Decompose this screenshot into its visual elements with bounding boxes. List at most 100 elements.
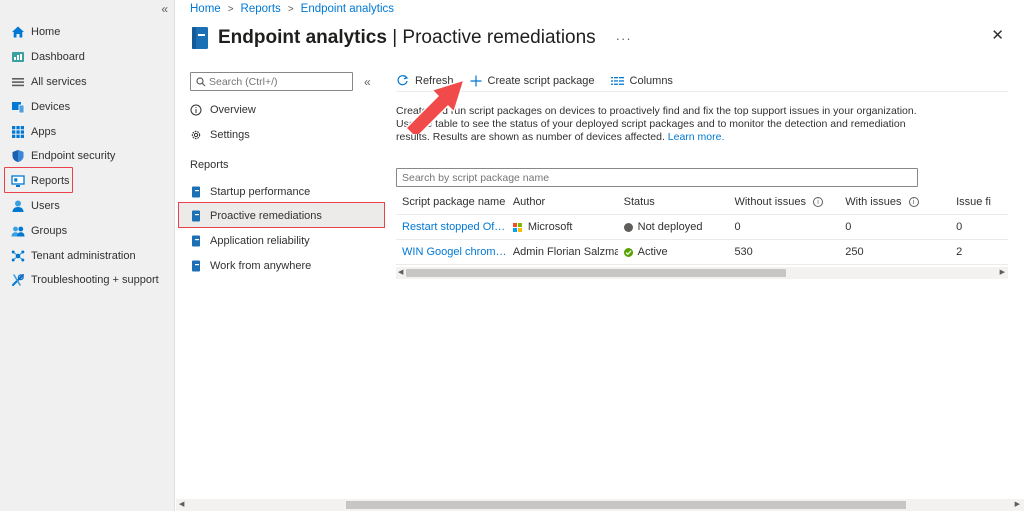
nav-label: All services [31, 75, 87, 88]
main-blade: Home > Reports > Endpoint analytics Endpoint… [176, 0, 1024, 511]
breadcrumb-endpoint-analytics[interactable]: Endpoint analytics [301, 3, 394, 15]
menu-section-reports: Reports [190, 159, 229, 171]
without-issues-cell: 0 [734, 221, 741, 233]
page-title-sub: | Proactive remediations [386, 27, 596, 48]
more-options-icon[interactable]: ··· [616, 31, 632, 46]
columns-label: Columns [629, 74, 673, 87]
table-row[interactable]: Restart stopped Office… Microsoft Not de… [396, 215, 1008, 240]
groups-icon [11, 224, 25, 238]
create-label: Create script package [487, 74, 595, 87]
page-horizontal-scrollbar[interactable]: ◀ ▶ [176, 499, 1024, 511]
page-title: Endpoint analytics | Proactive remediati… [218, 27, 596, 49]
nav-label: Home [31, 26, 61, 39]
nav-item-users[interactable]: Users [0, 194, 174, 219]
home-icon [11, 25, 25, 39]
sub-navigation: « Overview Settings Reports Startup perf… [178, 72, 390, 272]
menu-item-label: Startup performance [210, 186, 311, 198]
nav-label: Dashboard [31, 51, 85, 64]
script-package-link[interactable]: WIN Googel chrome … [402, 246, 507, 258]
nav-label: Troubleshooting + support [31, 274, 159, 287]
author-text: Microsoft [527, 221, 573, 233]
author-cell: Admin Florian Salzmann [512, 246, 618, 258]
refresh-button[interactable]: Refresh [396, 74, 454, 87]
close-icon[interactable]: ✕ [991, 26, 1004, 44]
menu-item-label: Settings [210, 129, 250, 141]
without-issues-cell: 530 [734, 246, 753, 258]
table-header: Script package name Author Status Withou… [396, 190, 1008, 215]
column-header-without-issues[interactable]: Without issues i [728, 196, 839, 208]
breadcrumb-reports[interactable]: Reports [241, 3, 281, 15]
nav-item-all-services[interactable]: All services [0, 70, 174, 95]
create-script-package-button[interactable]: Create script package [470, 75, 595, 87]
dashboard-icon [11, 50, 25, 64]
user-icon [11, 199, 25, 213]
nav-item-home[interactable]: Home [0, 20, 174, 45]
nav-item-devices[interactable]: Devices [0, 94, 174, 119]
status-cell: Not deployed [618, 221, 729, 233]
reports-highlight-box [4, 167, 73, 193]
columns-icon [610, 76, 624, 86]
menu-item-overview[interactable]: Overview [190, 98, 256, 122]
column-header[interactable]: Status [618, 196, 729, 208]
column-header[interactable]: Script package name [396, 196, 507, 208]
scroll-left-icon[interactable]: ◀ [179, 499, 184, 511]
left-navigation: « Home Dashboard All services Devices Ap… [0, 0, 175, 511]
devices-icon [11, 100, 25, 114]
menu-item-label: Overview [210, 104, 256, 116]
column-header-label: With issues [845, 196, 902, 208]
menu-item-settings[interactable]: Settings [190, 123, 250, 147]
breadcrumb-home[interactable]: Home [190, 3, 221, 15]
menu-item-proactive-remediations[interactable]: Proactive remediations [190, 204, 322, 228]
info-icon[interactable]: i [812, 197, 823, 207]
tenant-admin-icon [11, 249, 25, 263]
nav-item-apps[interactable]: Apps [0, 119, 174, 144]
scrollbar-thumb[interactable] [406, 269, 786, 277]
columns-button[interactable]: Columns [610, 74, 673, 87]
collapse-menu-icon[interactable]: « [364, 75, 371, 89]
notebook-icon [190, 260, 202, 272]
script-filter-box[interactable] [396, 168, 918, 187]
column-header-label: Without issues [734, 196, 806, 208]
menu-item-application-reliability[interactable]: Application reliability [190, 229, 310, 253]
nav-item-troubleshooting[interactable]: Troubleshooting + support [0, 268, 174, 293]
collapse-nav-icon[interactable]: « [161, 2, 168, 16]
learn-more-link[interactable]: Learn more. [668, 131, 725, 143]
nav-item-endpoint-security[interactable]: Endpoint security [0, 144, 174, 169]
status-cell: Active [618, 246, 729, 258]
nav-item-dashboard[interactable]: Dashboard [0, 45, 174, 70]
notebook-icon [190, 235, 202, 247]
menu-item-work-from-anywhere[interactable]: Work from anywhere [190, 254, 311, 278]
scroll-right-icon[interactable]: ▶ [1000, 267, 1005, 279]
menu-item-label: Work from anywhere [210, 260, 312, 272]
column-header[interactable]: Issue fi [950, 196, 1008, 208]
nav-list: Home Dashboard All services Devices Apps… [0, 20, 174, 293]
scroll-right-icon[interactable]: ▶ [1015, 499, 1020, 511]
table-row[interactable]: WIN Googel chrome … Admin Florian Salzma… [396, 240, 1008, 265]
menu-search-box[interactable] [190, 72, 353, 91]
not-deployed-status-icon [623, 222, 633, 232]
name-cell: Restart stopped Office… [396, 221, 507, 233]
gear-icon [190, 129, 202, 141]
chevron-right-icon: > [227, 4, 234, 15]
breadcrumb: Home > Reports > Endpoint analytics [190, 3, 394, 15]
menu-item-startup-performance[interactable]: Startup performance [190, 180, 310, 204]
scrollbar-thumb[interactable] [346, 501, 906, 509]
info-icon[interactable]: i [908, 197, 919, 207]
nav-item-tenant-administration[interactable]: Tenant administration [0, 243, 174, 268]
nav-label: Users [31, 199, 60, 212]
column-header-with-issues[interactable]: With issues i [839, 196, 950, 208]
column-header[interactable]: Author [507, 196, 618, 208]
command-bar: Refresh Create script package Columns [396, 70, 1008, 92]
nav-label: Groups [31, 224, 68, 237]
nav-item-groups[interactable]: Groups [0, 218, 174, 243]
table-horizontal-scrollbar[interactable]: ◀ ▶ [396, 267, 1008, 279]
nav-label: Devices [31, 100, 71, 113]
issue-fixed-cell: 0 [956, 221, 963, 233]
chevron-right-icon: > [287, 4, 294, 15]
apps-icon [11, 125, 25, 139]
nav-label: Endpoint security [31, 150, 116, 163]
scroll-left-icon[interactable]: ◀ [398, 267, 403, 279]
menu-search-input[interactable] [209, 75, 344, 88]
script-package-link[interactable]: Restart stopped Office… [402, 221, 507, 233]
script-filter-input[interactable] [402, 171, 902, 184]
